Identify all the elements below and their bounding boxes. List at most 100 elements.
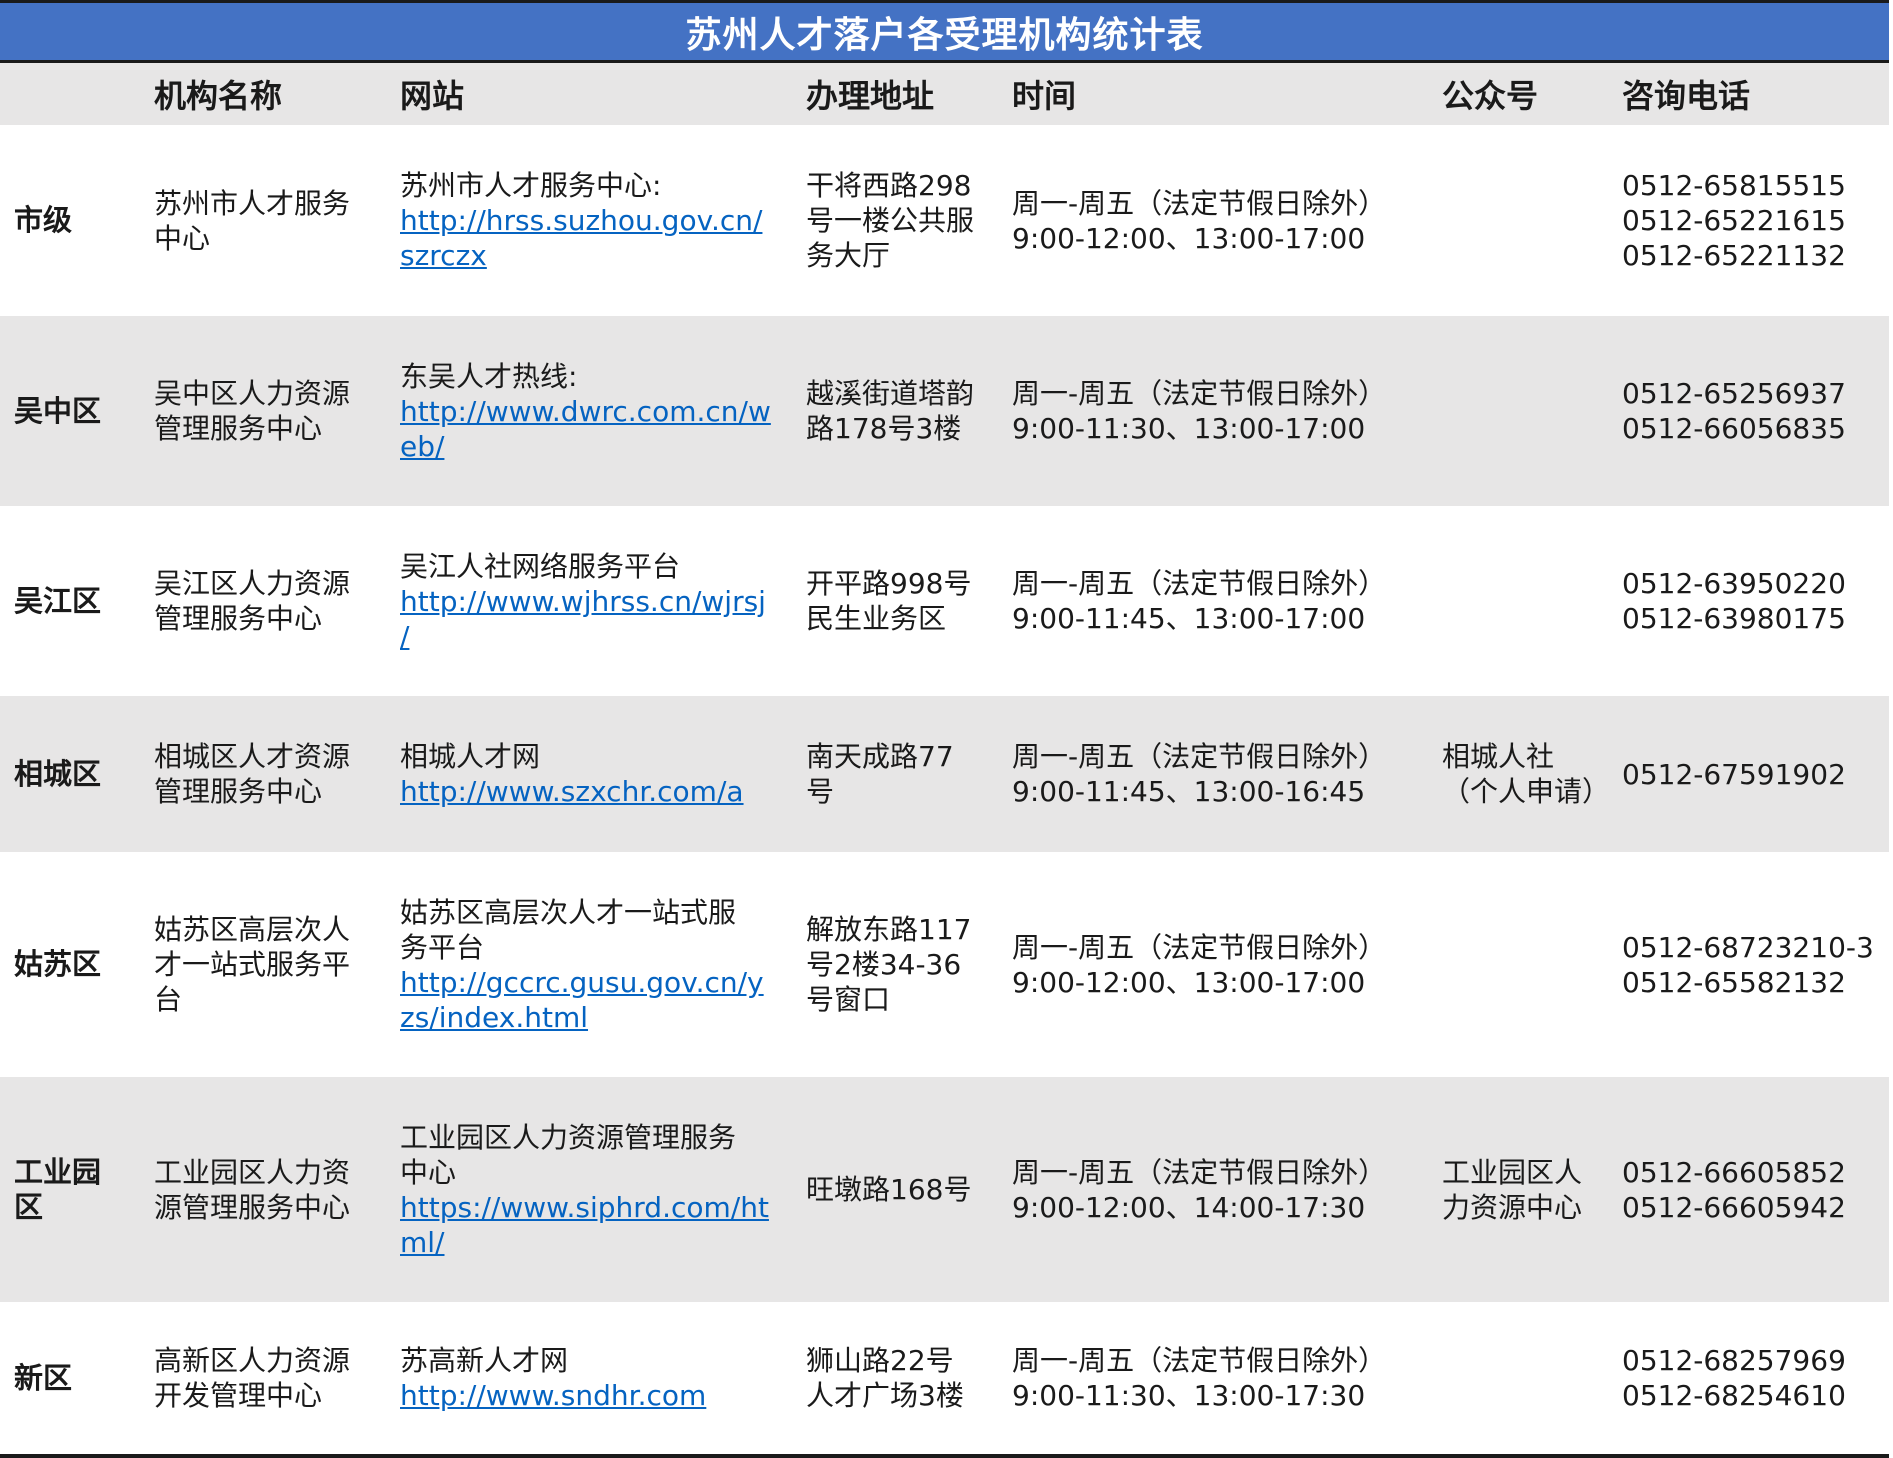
phone-cell-line: 0512-65221132 <box>1622 239 1846 272</box>
address-cell: 干将西路298 号一楼公共服 务大厅 <box>806 125 1006 316</box>
website-cell: 苏高新人才网 http://www.sndhr.com <box>400 1302 800 1454</box>
website-name: 东吴人才热线: <box>400 359 578 393</box>
table-bottom-rule <box>0 1454 1889 1458</box>
phone-cell-line: 0512-68723210-3 <box>1622 930 1874 964</box>
org-name-cell-line: 吴江区人力资源 <box>154 567 351 600</box>
website-link[interactable]: / <box>400 619 800 654</box>
wechat-cell-line: 相城人社 <box>1442 740 1555 773</box>
phone-cell-line: 0512-67591902 <box>1622 757 1846 791</box>
address-cell-line: 号窗口 <box>806 983 891 1016</box>
hours-cell-line: 周一-周五（法定节假日除外） <box>1012 186 1387 220</box>
website-link[interactable]: zs/index.html <box>400 1000 800 1035</box>
header-site: 网站 <box>400 77 465 115</box>
wechat-cell <box>1442 316 1622 506</box>
org-name-cell-line: 吴中区人力资源 <box>154 377 351 410</box>
district-cell: 相城区 <box>14 696 144 852</box>
org-name-cell-line: 源管理服务中心 <box>154 1190 351 1224</box>
website-link[interactable]: ml/ <box>400 1225 800 1260</box>
district-label-line: 工业园 <box>14 1154 102 1189</box>
org-name-cell-line: 姑苏区高层次人 <box>154 913 351 946</box>
website-cell: 相城人才网 http://www.szxchr.com/a <box>400 696 800 852</box>
phone-cell: 0512-68257969 0512-68254610 <box>1622 1302 1882 1454</box>
wechat-cell: 工业园区人 力资源中心 <box>1442 1077 1622 1302</box>
district-label-line: 区 <box>14 1189 44 1224</box>
table-row: 市级 苏州市人才服务 中心 苏州市人才服务中心: http://hrss.suzhou.… <box>0 125 1889 316</box>
table-row: 姑苏区 姑苏区高层次人 才一站式服务平台姑苏区高层次人才一站式服 务平台 http://… <box>0 852 1889 1077</box>
phone-cell: 0512-66605852 0512-66605942 <box>1622 1077 1882 1302</box>
phone-cell-line: 0512-65256937 <box>1622 377 1846 410</box>
website-name: 苏州市人才服务中心: <box>400 169 662 202</box>
address-cell-line: 越溪街道塔韵 <box>806 377 975 410</box>
district-cell: 吴江区 <box>14 506 144 696</box>
phone-cell-line: 0512-63980175 <box>1622 602 1846 635</box>
phone-cell-line: 0512-66605852 <box>1622 1155 1846 1189</box>
wechat-cell <box>1442 506 1622 696</box>
header-phone: 咨询电话 <box>1622 77 1751 115</box>
website-link[interactable]: http://www.dwrc.com.cn/w <box>400 394 800 429</box>
hours-cell-line: 9:00-11:45、13:00-17:00 <box>1012 602 1366 635</box>
table-header-row: 机构名称 网站 办理地址 时间 公众号 咨询电话 <box>0 63 1889 125</box>
header-wechat: 公众号 <box>1442 77 1539 115</box>
phone-cell: 0512-63950220 0512-63980175 <box>1622 506 1882 696</box>
hours-cell-line: 9:00-11:45、13:00-16:45 <box>1012 775 1366 808</box>
table-row: 吴江区 吴江区人力资源 管理服务中心 吴江人社网络服务平台 http://www.wjh… <box>0 506 1889 696</box>
org-name-cell-line: 苏州市人才服务 <box>154 186 351 220</box>
district-cell: 工业园区 <box>14 1077 144 1302</box>
wechat-cell-line: 工业园区人 <box>1442 1155 1583 1189</box>
wechat-cell-line: 力资源中心 <box>1442 1190 1583 1224</box>
hours-cell-line: 9:00-12:00、13:00-17:00 <box>1012 965 1366 999</box>
org-name-cell: 相城区人才资源 管理服务中心 <box>154 696 394 852</box>
org-name-cell-line: 开发管理中心 <box>154 1379 323 1412</box>
district-cell: 市级 <box>14 125 144 316</box>
wechat-cell <box>1442 1302 1622 1454</box>
hours-cell-line: 9:00-12:00、13:00-17:00 <box>1012 221 1366 255</box>
hours-cell: 周一-周五（法定节假日除外） 9:00-11:45、13:00-16:45 <box>1012 696 1432 852</box>
website-link[interactable]: https://www.siphrd.com/ht <box>400 1190 800 1225</box>
hours-cell-line: 9:00-11:30、13:00-17:00 <box>1012 412 1366 445</box>
org-name-cell-line: 才一站式服务平 <box>154 948 351 981</box>
website-cell: 吴江人社网络服务平台 http://www.wjhrss.cn/wjrsj / <box>400 506 800 696</box>
district-cell: 姑苏区 <box>14 852 144 1077</box>
website-link[interactable]: http://hrss.suzhou.gov.cn/ <box>400 203 800 238</box>
phone-cell-line: 0512-65582132 <box>1622 965 1846 999</box>
org-name-cell: 高新区人力资源 开发管理中心 <box>154 1302 394 1454</box>
address-cell-line: 旺墩路168号 <box>806 1173 972 1206</box>
address-cell-line: 人才广场3楼 <box>806 1379 964 1412</box>
table-title: 苏州人才落户各受理机构统计表 <box>685 14 1204 56</box>
talent-registration-table: 苏州人才落户各受理机构统计表 机构名称 网站 办理地址 时间 公众号 咨询电话 … <box>0 0 1893 1458</box>
website-name: 工业园区人力资源管理服务 <box>400 1120 737 1154</box>
district-label: 市级 <box>14 203 73 237</box>
hours-cell-line: 9:00-12:00、14:00-17:30 <box>1012 1190 1366 1224</box>
address-cell-line: 号一楼公共服 <box>806 204 975 237</box>
website-link[interactable]: http://www.szxchr.com/a <box>400 774 800 809</box>
org-name-cell-line: 高新区人力资源 <box>154 1344 351 1377</box>
phone-cell-line: 0512-66056835 <box>1622 412 1846 445</box>
hours-cell-line: 周一-周五（法定节假日除外） <box>1012 740 1387 773</box>
website-link[interactable]: http://www.wjhrss.cn/wjrsj <box>400 584 800 619</box>
hours-cell-line: 9:00-11:30、13:00-17:30 <box>1012 1379 1366 1412</box>
district-cell: 新区 <box>14 1302 144 1454</box>
website-name: 相城人才网 <box>400 740 541 773</box>
address-cell: 开平路998号 民生业务区 <box>806 506 1006 696</box>
org-name-cell-line: 相城区人才资源 <box>154 740 351 773</box>
org-name-cell: 苏州市人才服务 中心 <box>154 125 394 316</box>
phone-cell-line: 0512-65221615 <box>1622 204 1846 237</box>
org-name-cell: 工业园区人力资 源管理服务中心 <box>154 1077 394 1302</box>
hours-cell: 周一-周五（法定节假日除外） 9:00-11:30、13:00-17:00 <box>1012 316 1432 506</box>
table-row: 相城区 相城区人才资源 管理服务中心 相城人才网 http://www.szxchr.c… <box>0 696 1889 852</box>
address-cell-line: 民生业务区 <box>806 602 947 635</box>
website-name: 务平台 <box>400 930 485 964</box>
address-cell: 狮山路22号 人才广场3楼 <box>806 1302 1006 1454</box>
district-label: 相城区 <box>14 756 102 791</box>
website-name: 吴江人社网络服务平台 <box>400 549 681 583</box>
phone-cell-line: 0512-63950220 <box>1622 567 1846 600</box>
website-name: 苏高新人才网 <box>400 1344 569 1377</box>
website-link[interactable]: http://www.sndhr.com <box>400 1378 800 1413</box>
website-link[interactable]: eb/ <box>400 429 800 464</box>
website-link[interactable]: http://gccrc.gusu.gov.cn/y <box>400 965 800 1000</box>
hours-cell: 周一-周五（法定节假日除外） 9:00-11:45、13:00-17:00 <box>1012 506 1432 696</box>
website-link[interactable]: szrczx <box>400 238 800 273</box>
org-name-cell-line: 管理服务中心 <box>154 602 323 635</box>
address-cell-line: 号2楼34-36 <box>806 948 962 981</box>
header-time: 时间 <box>1012 77 1077 115</box>
